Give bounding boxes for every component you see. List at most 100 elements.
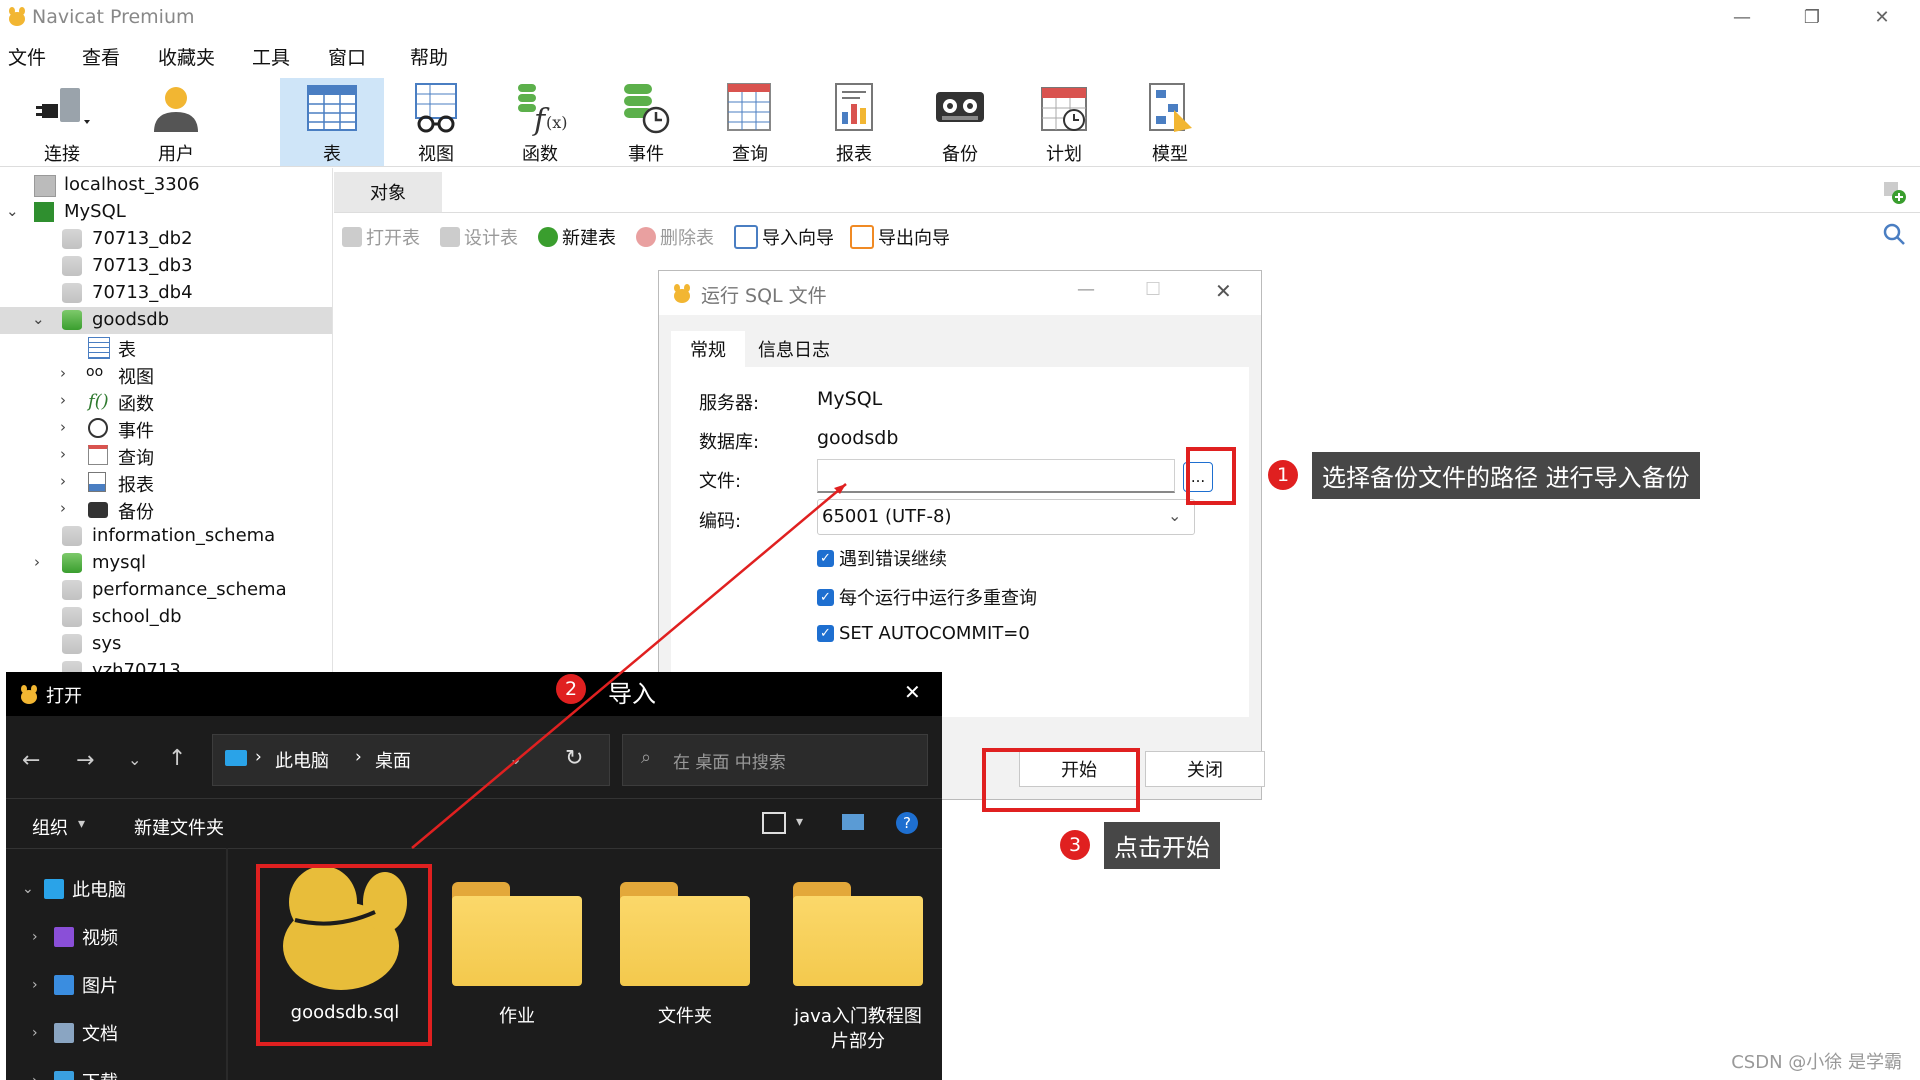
chevron-right-icon[interactable]: › [60, 445, 66, 463]
toolbar-view-button[interactable]: 视图 [384, 78, 488, 166]
recent-locations-icon[interactable]: ⌄ [128, 750, 141, 769]
pc-icon [44, 879, 64, 899]
tree-item-database[interactable]: information_schema [0, 523, 332, 550]
toolbar-model-button[interactable]: 模型 [1118, 78, 1222, 166]
annotation-highlight-start [982, 748, 1140, 812]
file-item-folder[interactable]: 作业 [442, 862, 592, 1062]
search-box[interactable]: ⌕ 在 桌面 中搜索 [622, 734, 928, 786]
chevron-right-icon[interactable]: › [34, 553, 40, 571]
tree-item-backups[interactable]: › 备份 [0, 496, 332, 523]
file-path-input[interactable] [817, 459, 1175, 493]
tab-message-log[interactable]: 信息日志 [749, 331, 839, 367]
preview-pane-icon[interactable] [842, 814, 864, 830]
tab-general[interactable]: 常规 [671, 331, 745, 367]
sidebar-item-videos[interactable]: › 视频 [32, 924, 118, 950]
sidebar-item-this-pc[interactable]: ⌄ 此电脑 [22, 876, 126, 902]
tab-objects[interactable]: 对象 [334, 172, 442, 212]
close-window-button[interactable]: ✕ [1852, 0, 1912, 34]
open-table-button[interactable]: 打开表 [342, 224, 420, 250]
chevron-right-icon[interactable]: › [60, 364, 66, 382]
minimize-button[interactable]: — [1712, 0, 1772, 34]
toolbar-report-button[interactable]: 报表 [802, 78, 906, 166]
menu-window[interactable]: 窗口 [328, 43, 366, 70]
design-table-button[interactable]: 设计表 [440, 224, 518, 250]
import-wizard-button[interactable]: 导入向导 [734, 224, 834, 250]
new-table-button[interactable]: 新建表 [538, 224, 616, 250]
up-arrow-icon[interactable]: ↑ [168, 746, 186, 771]
toolbar-connection-button[interactable]: 连接 [10, 78, 114, 166]
view-mode-icon[interactable] [762, 812, 786, 834]
toolbar-table-button[interactable]: 表 [280, 78, 384, 166]
toolbar-schedule-button[interactable]: 计划 [1012, 78, 1116, 166]
menu-file[interactable]: 文件 [8, 43, 46, 70]
tree-item-database[interactable]: school_db [0, 604, 332, 631]
tree-item-database[interactable]: 70713_db4 [0, 280, 332, 307]
maximize-button[interactable]: ❐ [1782, 0, 1842, 34]
chevron-down-icon[interactable]: ▾ [796, 814, 803, 830]
chevron-right-icon[interactable]: › [60, 391, 66, 409]
dialog-close-icon[interactable]: ✕ [1215, 279, 1232, 303]
new-tab-icon[interactable] [1882, 180, 1908, 206]
close-button[interactable]: 关闭 [1145, 751, 1265, 787]
address-bar[interactable]: › 此电脑 › 桌面 ⌄ ↻ [212, 734, 610, 786]
file-item-folder[interactable]: 文件夹 [610, 862, 760, 1062]
chevron-right-icon[interactable]: › [60, 418, 66, 436]
chevron-down-icon[interactable]: ⌄ [32, 310, 45, 328]
menu-favorites[interactable]: 收藏夹 [158, 43, 215, 70]
checkbox-checked-icon: ✓ [817, 588, 834, 606]
sidebar-item-documents[interactable]: › 文档 [32, 1020, 118, 1046]
toolbar-function-button[interactable]: f (x) 函数 [488, 78, 592, 166]
tree-item-database[interactable]: sys [0, 631, 332, 658]
refresh-icon[interactable]: ↻ [565, 746, 583, 771]
forward-arrow-icon[interactable]: → [76, 748, 94, 773]
chevron-right-icon[interactable]: › [60, 472, 66, 490]
sidebar-item-downloads[interactable]: › 下载 [32, 1068, 118, 1080]
continue-on-error-checkbox[interactable]: ✓ 遇到错误继续 [817, 545, 947, 571]
tree-item-localhost[interactable]: localhost_3306 [0, 172, 332, 199]
tree-item-tables[interactable]: 表 [0, 334, 332, 361]
autocommit-checkbox[interactable]: ✓ SET AUTOCOMMIT=0 [817, 623, 1030, 644]
back-arrow-icon[interactable]: ← [22, 748, 40, 773]
chevron-right-icon[interactable]: › [60, 499, 66, 517]
toolbar-backup-button[interactable]: 备份 [908, 78, 1012, 166]
tree-item-database[interactable]: 70713_db3 [0, 253, 332, 280]
help-icon[interactable]: ? [896, 812, 918, 834]
tree-item-mysql[interactable]: ⌄ MySQL [0, 199, 332, 226]
tree-item-functions[interactable]: › f() 函数 [0, 388, 332, 415]
menu-view[interactable]: 查看 [82, 43, 120, 70]
tree-item-goodsdb[interactable]: ⌄ goodsdb [0, 307, 332, 334]
dialog-maximize-button[interactable]: ☐ [1145, 279, 1161, 300]
tree-item-events[interactable]: › 事件 [0, 415, 332, 442]
delete-table-button[interactable]: 删除表 [636, 224, 714, 250]
tree-item-database[interactable]: 70713_db2 [0, 226, 332, 253]
menu-tools[interactable]: 工具 [252, 43, 290, 70]
close-icon[interactable]: ✕ [904, 680, 921, 704]
menu-help[interactable]: 帮助 [410, 43, 448, 70]
multiple-queries-checkbox[interactable]: ✓ 每个运行中运行多重查询 [817, 584, 1037, 610]
sidebar-item-pictures[interactable]: › 图片 [32, 972, 118, 998]
tree-item-database[interactable]: › mysql [0, 550, 332, 577]
breadcrumb-desktop[interactable]: 桌面 [375, 747, 411, 773]
export-wizard-button[interactable]: 导出向导 [850, 224, 950, 250]
database-value: goodsdb [817, 427, 899, 449]
annotation-highlight-browse [1186, 447, 1236, 505]
encoding-select[interactable]: 65001 (UTF-8) ⌄ [817, 499, 1195, 535]
tree-item-queries[interactable]: › 查询 [0, 442, 332, 469]
chevron-down-icon[interactable]: ⌄ [6, 202, 19, 220]
chevron-down-icon[interactable]: ⌄ [509, 749, 522, 768]
tree-item-views[interactable]: › oo 视图 [0, 361, 332, 388]
tree-item-database[interactable]: performance_schema [0, 577, 332, 604]
open-table-icon [342, 227, 362, 247]
toolbar-query-button[interactable]: 查询 [698, 78, 802, 166]
toolbar-user-button[interactable]: 用户 [124, 78, 228, 166]
dialog-header: 运行 SQL 文件 — ☐ ✕ [659, 271, 1261, 315]
new-folder-button[interactable]: 新建文件夹 [134, 814, 224, 840]
event-icon [88, 418, 108, 438]
file-item-folder[interactable]: java入门教程图片部分 [778, 862, 938, 1062]
breadcrumb-this-pc[interactable]: 此电脑 [275, 747, 329, 773]
toolbar-event-button[interactable]: 事件 [594, 78, 698, 166]
tree-item-reports[interactable]: › 报表 [0, 469, 332, 496]
organize-button[interactable]: 组织 [32, 814, 68, 840]
search-icon[interactable] [1882, 222, 1906, 246]
dialog-minimize-button[interactable]: — [1077, 279, 1095, 300]
